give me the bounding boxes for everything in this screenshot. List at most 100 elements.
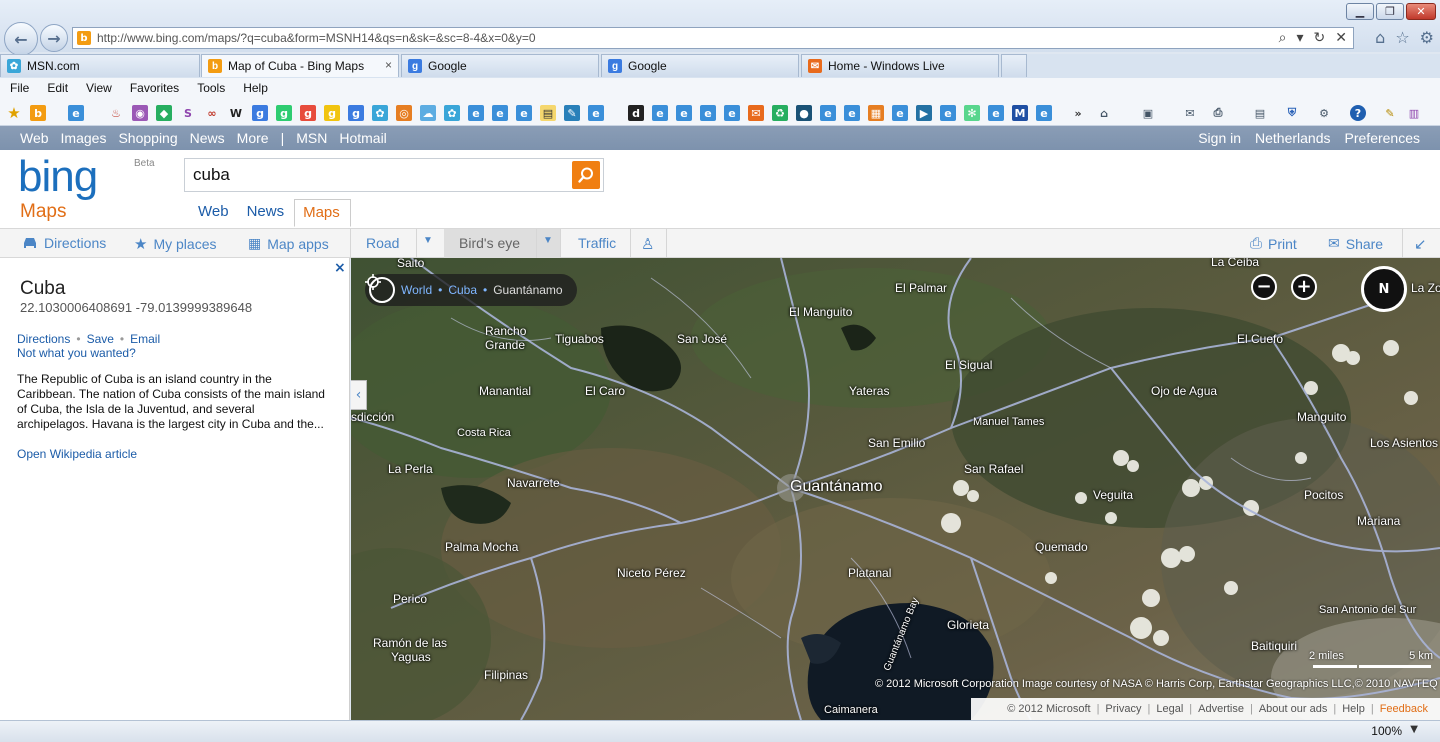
- collapse-panel-button[interactable]: ‹: [351, 380, 367, 410]
- nav-web[interactable]: Web: [20, 130, 49, 146]
- breadcrumb-world[interactable]: World: [401, 283, 432, 297]
- fav-ie-icon[interactable]: e: [820, 105, 836, 121]
- feeds-icon[interactable]: ▣: [1140, 105, 1156, 121]
- fav-flower-icon[interactable]: ✻: [964, 105, 980, 121]
- directions-link[interactable]: Directions: [17, 332, 70, 346]
- fav-weather-icon[interactable]: ☁: [420, 105, 436, 121]
- fav-orange-icon[interactable]: ◎: [396, 105, 412, 121]
- menu-favorites[interactable]: Favorites: [130, 81, 187, 95]
- fav-ie-icon[interactable]: e: [652, 105, 668, 121]
- menu-view[interactable]: View: [86, 81, 120, 95]
- email-link[interactable]: Email: [130, 332, 160, 346]
- fav-recycle-icon[interactable]: ♻: [772, 105, 788, 121]
- streetside-button[interactable]: ♙: [641, 235, 654, 253]
- region-link[interactable]: Netherlands: [1255, 130, 1331, 146]
- restore-button[interactable]: ❐: [1376, 3, 1404, 20]
- fav-ie-icon[interactable]: e: [940, 105, 956, 121]
- fav-pen-icon[interactable]: ✎: [564, 105, 580, 121]
- nav-images[interactable]: Images: [61, 130, 107, 146]
- help-icon[interactable]: ?: [1350, 105, 1366, 121]
- nav-news[interactable]: News: [190, 130, 225, 146]
- print-button[interactable]: ⎙ Print: [1250, 235, 1297, 252]
- sign-in-link[interactable]: Sign in: [1198, 130, 1241, 146]
- menu-file[interactable]: File: [10, 81, 37, 95]
- search-box[interactable]: cuba: [184, 158, 604, 192]
- new-tab-button[interactable]: [1001, 54, 1027, 77]
- footer-help-link[interactable]: Help: [1342, 703, 1365, 715]
- fav-ie-icon[interactable]: e: [468, 105, 484, 121]
- fav-ie-icon[interactable]: e: [676, 105, 692, 121]
- home-icon[interactable]: ⌂: [1096, 105, 1112, 121]
- print-icon[interactable]: ⎙: [1210, 105, 1226, 121]
- address-url[interactable]: http://www.bing.com/maps/?q=cuba&form=MS…: [97, 31, 1279, 45]
- address-bar[interactable]: b http://www.bing.com/maps/?q=cuba&form=…: [72, 27, 1354, 49]
- fav-m-icon[interactable]: M: [1012, 105, 1028, 121]
- road-button[interactable]: Road: [366, 235, 399, 251]
- locate-me-icon[interactable]: [365, 274, 395, 303]
- footer-legal-link[interactable]: Legal: [1156, 703, 1183, 715]
- fav-ie-icon[interactable]: e: [588, 105, 604, 121]
- road-dropdown[interactable]: ▼: [423, 235, 433, 246]
- fav-msn-icon[interactable]: ✿: [444, 105, 460, 121]
- footer-feedback-link[interactable]: Feedback: [1380, 703, 1428, 715]
- search-input[interactable]: cuba: [185, 165, 572, 185]
- research-icon[interactable]: ▥: [1406, 105, 1422, 121]
- fav-folder-icon[interactable]: ▤: [540, 105, 556, 121]
- favorites-star-icon[interactable]: ☆: [1395, 28, 1409, 47]
- nav-more[interactable]: More: [237, 130, 269, 146]
- mail-icon[interactable]: ✉: [1182, 105, 1198, 121]
- chevron-more-icon[interactable]: »: [1070, 105, 1086, 121]
- safety-shield-icon[interactable]: ⛨: [1284, 105, 1300, 121]
- save-link[interactable]: Save: [87, 332, 114, 346]
- my-places-button[interactable]: ★ My places: [134, 235, 216, 253]
- menu-edit[interactable]: Edit: [47, 81, 76, 95]
- menu-tools[interactable]: Tools: [197, 81, 233, 95]
- scope-web[interactable]: Web: [190, 199, 239, 227]
- fav-shield-icon[interactable]: ◆: [156, 105, 172, 121]
- tab-google-2[interactable]: g Google: [601, 54, 799, 77]
- tools-gear-icon[interactable]: ⚙: [1316, 105, 1332, 121]
- gear-icon[interactable]: ⚙: [1420, 28, 1434, 47]
- not-what-you-wanted-link[interactable]: Not what you wanted?: [17, 346, 136, 360]
- dropdown-icon[interactable]: ▾: [1297, 30, 1304, 46]
- fav-dev-icon[interactable]: d: [628, 105, 644, 121]
- fav-ie-icon[interactable]: e: [892, 105, 908, 121]
- fav-s-icon[interactable]: S: [180, 105, 196, 121]
- search-button[interactable]: [572, 161, 600, 189]
- stop-icon[interactable]: ✕: [1335, 30, 1347, 46]
- collapse-corner-button[interactable]: ↙: [1414, 235, 1427, 253]
- favorites-star-icon[interactable]: ★: [6, 104, 22, 122]
- nav-msn[interactable]: MSN: [296, 130, 327, 146]
- fav-link-icon[interactable]: ∞: [204, 105, 220, 121]
- fav-google-icon[interactable]: g: [252, 105, 268, 121]
- fav-google-icon[interactable]: g: [300, 105, 316, 121]
- scope-news[interactable]: News: [239, 199, 295, 227]
- fav-ie-icon[interactable]: e: [516, 105, 532, 121]
- forward-button[interactable]: →: [40, 24, 68, 52]
- home-icon[interactable]: ⌂: [1375, 28, 1385, 47]
- wikipedia-link[interactable]: Open Wikipedia article: [17, 447, 137, 461]
- page-icon[interactable]: ▤: [1252, 105, 1268, 121]
- fav-google-icon[interactable]: g: [324, 105, 340, 121]
- breadcrumb-cuba[interactable]: Cuba: [448, 283, 477, 297]
- fav-cup-icon[interactable]: ♨: [108, 105, 124, 121]
- map-canvas[interactable]: ‹ World • Cuba • Guantánamo − + N Saito …: [351, 258, 1440, 720]
- fav-google-icon[interactable]: g: [276, 105, 292, 121]
- tab-close-icon[interactable]: ×: [385, 58, 392, 72]
- map-apps-button[interactable]: ▦ Map apps: [248, 235, 329, 252]
- footer-about-ads-link[interactable]: About our ads: [1259, 703, 1328, 715]
- directions-button[interactable]: Directions: [22, 235, 106, 251]
- fav-mail-icon[interactable]: ✉: [748, 105, 764, 121]
- close-panel-icon[interactable]: ×: [334, 260, 346, 276]
- zoom-dropdown-icon[interactable]: ▼: [1410, 724, 1418, 735]
- compass-button[interactable]: N: [1361, 266, 1407, 312]
- menu-help[interactable]: Help: [243, 81, 276, 95]
- fav-bing-icon[interactable]: b: [30, 105, 46, 121]
- fav-ie-icon[interactable]: e: [844, 105, 860, 121]
- birds-eye-dropdown[interactable]: ▼: [543, 235, 553, 246]
- footer-privacy-link[interactable]: Privacy: [1105, 703, 1141, 715]
- fav-ie-icon[interactable]: e: [492, 105, 508, 121]
- traffic-button[interactable]: Traffic: [578, 235, 616, 251]
- fav-msn-icon[interactable]: ✿: [372, 105, 388, 121]
- close-window-button[interactable]: ✕: [1406, 3, 1436, 20]
